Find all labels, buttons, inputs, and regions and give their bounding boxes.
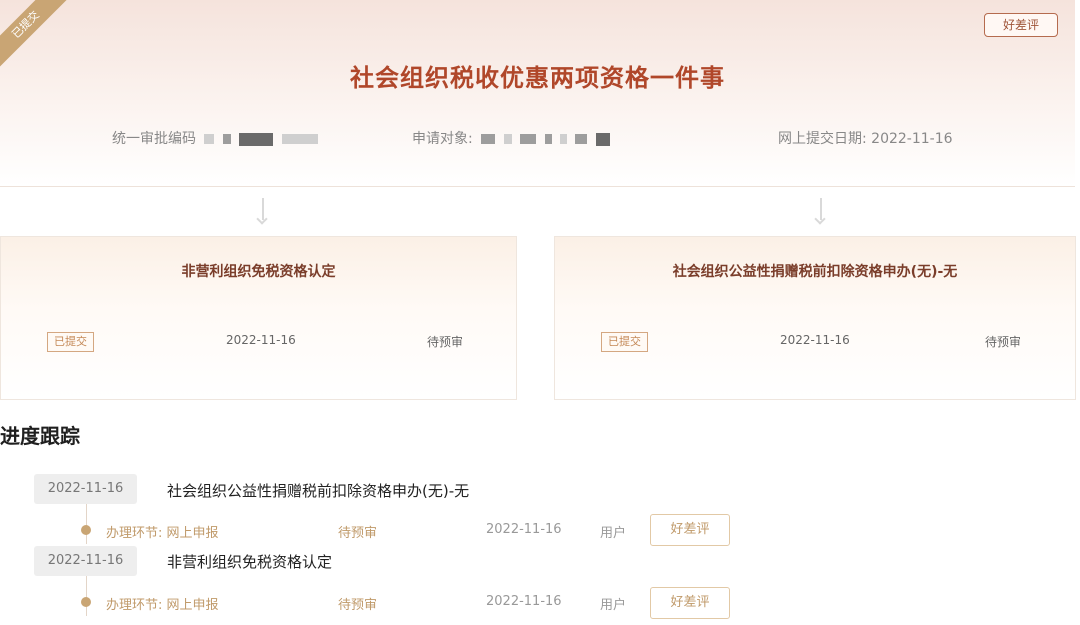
status-badge: 已提交: [47, 332, 94, 352]
redacted-block: [575, 134, 588, 144]
sub-item-title: 非营利组织免税资格认定: [181, 264, 336, 280]
redacted-block: [222, 134, 231, 144]
timeline-dot: [81, 525, 91, 535]
rate-button[interactable]: 好差评: [650, 514, 730, 546]
timeline-date: 2022-11-16: [34, 546, 137, 576]
sub-item-state: 待预审: [427, 335, 464, 349]
step-actor: 用户: [600, 598, 627, 613]
step-label: 办理环节: 网上申报: [106, 598, 219, 613]
applicant-label: 申请对象:: [412, 131, 473, 147]
timeline-date: 2022-11-16: [34, 474, 137, 504]
redacted-block: [204, 134, 215, 144]
redacted-block: [281, 134, 318, 144]
arrow-down-icon: [262, 198, 264, 220]
timeline-line: [86, 504, 87, 544]
redacted-block: [595, 132, 610, 146]
timeline-item-title: 非营利组织免税资格认定: [167, 553, 333, 571]
submit-date: 网上提交日期: 2022-11-16: [778, 128, 953, 148]
step-date: 2022-11-16: [486, 594, 562, 609]
sub-item-title: 社会组织公益性捐赠税前扣除资格申办(无)-无: [672, 264, 958, 280]
submit-date-label: 网上提交日期:: [778, 131, 867, 147]
status-badge: 已提交: [601, 332, 648, 352]
redacted-block: [503, 134, 512, 144]
timeline-line: [86, 576, 87, 616]
sub-item-date: 2022-11-16: [226, 333, 296, 347]
step-date: 2022-11-16: [486, 522, 562, 537]
applicant: 申请对象:: [412, 128, 610, 148]
sub-item-date: 2022-11-16: [780, 333, 850, 347]
sub-item-row: 已提交 2022-11-16 待预审: [555, 332, 1075, 352]
redacted-block: [239, 132, 274, 146]
redacted-block: [481, 134, 496, 144]
sub-item-row: 已提交 2022-11-16 待预审: [1, 332, 516, 352]
page-title: 社会组织税收优惠两项资格一件事: [350, 64, 725, 92]
redacted-block: [544, 134, 552, 144]
step-state: 待预审: [338, 598, 378, 613]
sub-item-state: 待预审: [985, 335, 1022, 349]
progress-section-title: 进度跟踪: [0, 424, 80, 448]
sub-item-card[interactable]: 非营利组织免税资格认定 已提交 2022-11-16 待预审: [0, 236, 517, 400]
rate-button[interactable]: 好差评: [650, 587, 730, 619]
approval-code: 统一审批编码: [112, 128, 318, 148]
submit-date-value: 2022-11-16: [871, 131, 953, 147]
step-actor: 用户: [600, 526, 627, 541]
redacted-block: [559, 134, 567, 144]
redacted-block: [520, 134, 537, 144]
sub-item-card[interactable]: 社会组织公益性捐赠税前扣除资格申办(无)-无 已提交 2022-11-16 待预…: [554, 236, 1076, 400]
step-state: 待预审: [338, 526, 378, 541]
rate-button-header[interactable]: 好差评: [984, 13, 1058, 37]
timeline-dot: [81, 597, 91, 607]
application-header-card: 已提交 好差评 社会组织税收优惠两项资格一件事 统一审批编码 申请对象: 网上提…: [0, 0, 1075, 187]
timeline-item-title: 社会组织公益性捐赠税前扣除资格申办(无)-无: [167, 482, 470, 500]
approval-code-label: 统一审批编码: [112, 131, 196, 147]
arrow-down-icon: [820, 198, 822, 220]
step-label: 办理环节: 网上申报: [106, 526, 219, 541]
